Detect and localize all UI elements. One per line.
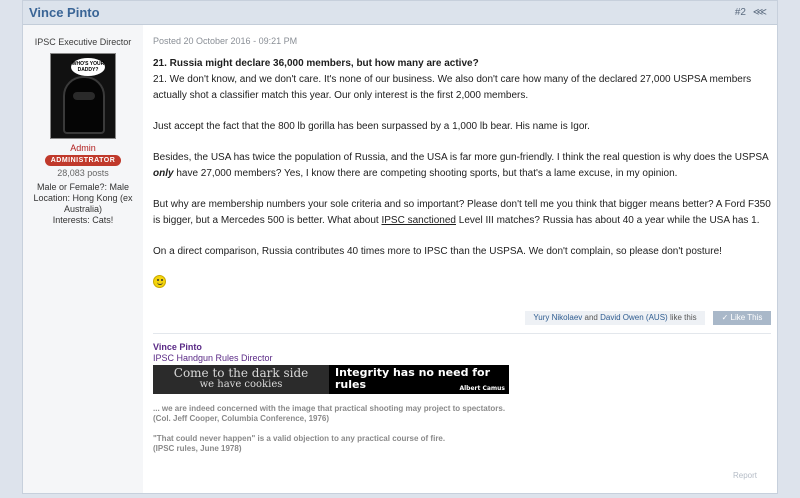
quote-2-source: (IPSC rules, June 1978): [153, 444, 242, 453]
signature-name: Vince Pinto: [153, 342, 202, 352]
signature-quote-2: "That could never happen" is a valid obj…: [153, 434, 771, 454]
paragraph-3-end: have 27,000 members? Yes, I know there a…: [176, 168, 678, 179]
location-label: Location:: [33, 193, 70, 203]
paragraph-1: 21. We don't know, and we don't care. It…: [153, 74, 752, 101]
emphasis-only: only: [153, 168, 174, 179]
dark-side-banner: Come to the dark side we have cookies: [153, 365, 329, 394]
post-count: 28,083 posts: [57, 168, 109, 178]
gender-value: Male: [109, 182, 130, 192]
post-body: 21. Russia might declare 36,000 members,…: [153, 56, 771, 294]
quote-2-text: "That could never happen" is a valid obj…: [153, 434, 446, 443]
avatar-caption: WHO'S YOUR DADDY?: [71, 58, 105, 76]
post-header: Vince Pinto #2 ⋘: [23, 1, 777, 25]
integrity-author: Albert Camus: [459, 385, 505, 392]
like-bar: Yury Nikolaev and David Owen (AUS) like …: [525, 311, 771, 325]
check-icon: ✓: [721, 313, 729, 322]
quote-1-source: (Col. Jeff Cooper, Columbia Conference, …: [153, 414, 330, 423]
paragraph-3-start: Besides, the USA has twice the populatio…: [153, 152, 769, 163]
ipsc-sanctioned-link[interactable]: IPSC sanctioned: [381, 215, 456, 226]
signature: Vince Pinto IPSC Handgun Rules Director …: [153, 333, 771, 454]
post-content: Posted 20 October 2016 - 09:21 PM 21. Ru…: [153, 25, 771, 453]
quote-1-text: ... we are indeed concerned with the ima…: [153, 404, 506, 413]
likers-and: and: [584, 313, 598, 322]
signature-quote-1: ... we are indeed concerned with the ima…: [153, 404, 771, 424]
paragraph-5: On a direct comparison, Russia contribut…: [153, 246, 722, 257]
dark-side-line-1: Come to the dark side: [173, 366, 309, 380]
smiley-icon: [153, 275, 166, 288]
signature-banners: Come to the dark side we have cookies In…: [153, 365, 771, 394]
liker-yury[interactable]: Yury Nikolaev: [533, 313, 582, 322]
paragraph-4-end: Level III matches? Russia has about 40 a…: [458, 215, 760, 226]
post-question: 21. Russia might declare 36,000 members,…: [153, 58, 479, 69]
forum-post: Vince Pinto #2 ⋘ IPSC Executive Director…: [22, 0, 778, 494]
vader-helmet-icon: [63, 76, 105, 134]
author-role: Admin: [70, 143, 96, 153]
share-icon[interactable]: ⋘: [753, 7, 767, 18]
post-number-label[interactable]: #2: [735, 7, 746, 18]
like-this-button[interactable]: ✓ Like This: [713, 311, 771, 325]
liker-david[interactable]: David Owen (AUS): [600, 313, 668, 322]
dark-side-line-2: we have cookies: [199, 379, 283, 390]
signature-title: IPSC Handgun Rules Director: [153, 353, 273, 363]
location-value: Hong Kong (ex Australia): [63, 193, 133, 214]
gender-label: Male or Female?:: [36, 182, 107, 192]
paragraph-3: Besides, the USA has twice the populatio…: [153, 150, 771, 182]
profile-field-gender: Male or Female?: Male: [23, 182, 143, 193]
report-link[interactable]: Report: [733, 471, 757, 480]
like-this-label: Like This: [730, 313, 763, 322]
avatar[interactable]: WHO'S YOUR DADDY?: [50, 53, 116, 139]
profile-field-location: Location: Hong Kong (ex Australia): [23, 193, 143, 215]
likers-list: Yury Nikolaev and David Owen (AUS) like …: [525, 311, 705, 325]
likers-suffix: like this: [669, 313, 697, 322]
integrity-banner: Integrity has no need for rules Albert C…: [329, 365, 509, 394]
paragraph-2: Just accept the fact that the 800 lb gor…: [153, 121, 590, 132]
interests-label: Interests:: [52, 215, 90, 225]
post-number[interactable]: #2 ⋘: [735, 7, 767, 18]
profile-field-interests: Interests: Cats!: [23, 215, 143, 226]
post-date: Posted 20 October 2016 - 09:21 PM: [153, 36, 298, 46]
post-author-name[interactable]: Vince Pinto: [29, 5, 100, 20]
administrator-badge: ADMINISTRATOR: [44, 155, 122, 166]
paragraph-4: But why are membership numbers your sole…: [153, 197, 771, 229]
interests-value: Cats!: [92, 215, 114, 225]
author-sidebar: IPSC Executive Director WHO'S YOUR DADDY…: [23, 25, 143, 493]
author-title: IPSC Executive Director: [34, 37, 132, 47]
